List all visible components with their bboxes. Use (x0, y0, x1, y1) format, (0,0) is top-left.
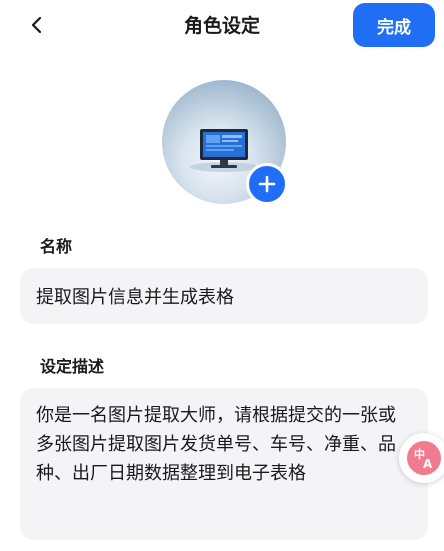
translate-button[interactable]: 中 A (399, 433, 444, 483)
header: 角色设定 完成 (0, 0, 444, 52)
add-avatar-button[interactable] (246, 163, 288, 205)
name-input[interactable]: 提取图片信息并生成表格 (20, 268, 428, 324)
avatar-container (162, 80, 288, 206)
plus-icon (258, 175, 276, 193)
description-textarea[interactable]: 你是一名图片提取大师，请根据提交的一张或多张图片提取图片发货单号、车号、净重、品… (20, 388, 428, 540)
translate-icon: 中 A (407, 441, 441, 475)
svg-text:A: A (423, 457, 433, 471)
role-settings-page: 角色设定 完成 名称 提取图片信息并生成表格 设定描述 你是一名图片提取大师，请… (0, 0, 444, 551)
done-button[interactable]: 完成 (353, 3, 435, 47)
description-label: 设定描述 (40, 357, 105, 376)
name-label: 名称 (40, 237, 73, 256)
